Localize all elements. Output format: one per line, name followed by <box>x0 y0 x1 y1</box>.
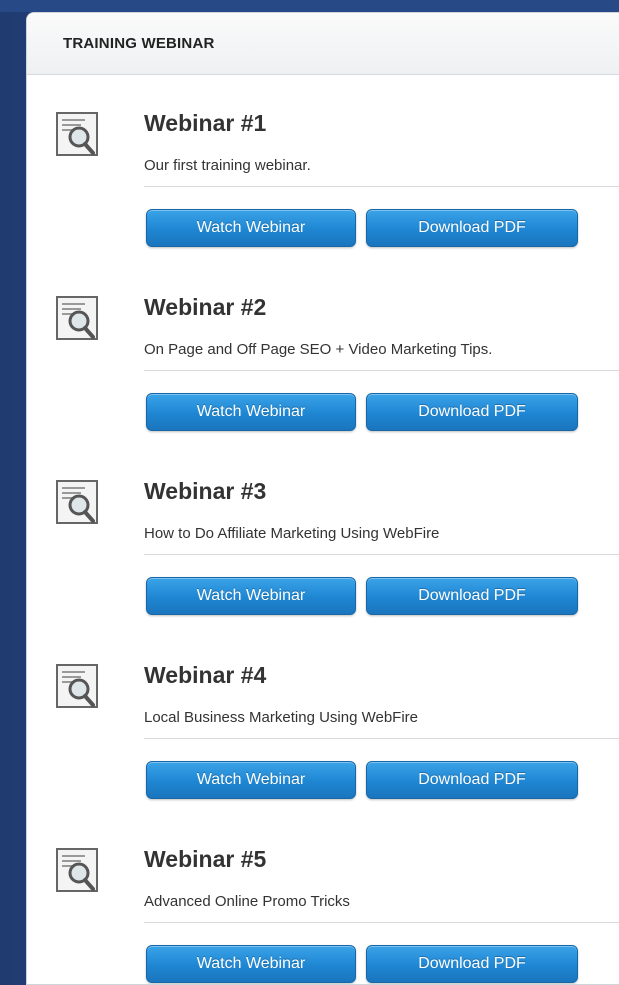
webinar-item: Webinar #2 On Page and Off Page SEO + Vi… <box>27 259 619 443</box>
webinar-title: Webinar #3 <box>144 478 267 504</box>
panel-title: TRAINING WEBINAR <box>63 35 215 52</box>
document-magnifier-icon <box>56 848 98 892</box>
webinar-description: On Page and Off Page SEO + Video Marketi… <box>144 341 493 358</box>
webinar-title: Webinar #5 <box>144 846 267 872</box>
download-pdf-button[interactable]: Download PDF <box>366 577 578 615</box>
panel-header: TRAINING WEBINAR <box>27 13 619 75</box>
download-pdf-button[interactable]: Download PDF <box>366 761 578 799</box>
watch-webinar-button[interactable]: Watch Webinar <box>146 945 356 983</box>
document-magnifier-icon <box>56 296 98 340</box>
webinar-item: Webinar #4 Local Business Marketing Usin… <box>27 627 619 811</box>
training-webinar-panel: TRAINING WEBINAR Webinar #1 Our first tr… <box>26 12 619 985</box>
webinar-item: Webinar #5 Advanced Online Promo Tricks … <box>27 811 619 984</box>
webinar-title: Webinar #2 <box>144 294 267 320</box>
webinar-description: Advanced Online Promo Tricks <box>144 893 350 910</box>
webinar-title: Webinar #4 <box>144 662 267 688</box>
webinar-item: Webinar #1 Our first training webinar. W… <box>27 75 619 259</box>
document-magnifier-icon <box>56 112 98 156</box>
download-pdf-button[interactable]: Download PDF <box>366 945 578 983</box>
webinar-description: How to Do Affiliate Marketing Using WebF… <box>144 525 440 542</box>
webinar-description: Our first training webinar. <box>144 157 311 174</box>
divider <box>144 738 619 739</box>
watch-webinar-button[interactable]: Watch Webinar <box>146 761 356 799</box>
top-bar <box>0 0 619 12</box>
document-magnifier-icon <box>56 480 98 524</box>
download-pdf-button[interactable]: Download PDF <box>366 393 578 431</box>
download-pdf-button[interactable]: Download PDF <box>366 209 578 247</box>
watch-webinar-button[interactable]: Watch Webinar <box>146 577 356 615</box>
divider <box>144 554 619 555</box>
divider <box>144 370 619 371</box>
divider <box>144 922 619 923</box>
webinar-title: Webinar #1 <box>144 110 267 136</box>
watch-webinar-button[interactable]: Watch Webinar <box>146 393 356 431</box>
webinar-description: Local Business Marketing Using WebFire <box>144 709 419 726</box>
webinar-item: Webinar #3 How to Do Affiliate Marketing… <box>27 443 619 627</box>
watch-webinar-button[interactable]: Watch Webinar <box>146 209 356 247</box>
divider <box>144 186 619 187</box>
document-magnifier-icon <box>56 664 98 708</box>
